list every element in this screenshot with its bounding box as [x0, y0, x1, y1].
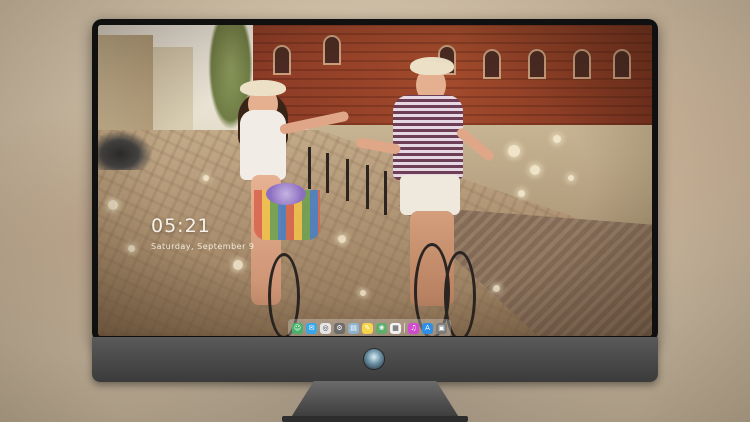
lock-screen-date: Saturday, September 9 — [151, 242, 255, 251]
dock-separator — [404, 323, 405, 333]
dock-calendar-icon[interactable]: ▦ — [390, 322, 401, 334]
wallpaper-vignette — [98, 25, 652, 336]
dock-system-preferences-icon[interactable]: ⚙ — [334, 322, 345, 334]
lock-screen[interactable]: 05:21 Saturday, September 9 ☺ ✉ ◎ ⚙ ▤ ✎ ❀ ▦ ♫ A ▣ — [98, 25, 652, 336]
monitor-bezel: 05:21 Saturday, September 9 ☺ ✉ ◎ ⚙ ▤ ✎ ❀ ▦ ♫ A ▣ — [92, 19, 658, 342]
dock-app-store-icon[interactable]: A — [422, 322, 433, 334]
imac-monitor: 05:21 Saturday, September 9 ☺ ✉ ◎ ⚙ ▤ ✎ ❀ ▦ ♫ A ▣ — [92, 19, 658, 422]
lock-screen-time: 05:21 — [151, 215, 211, 237]
brand-logo-icon — [364, 349, 384, 369]
dock-safari-icon[interactable]: ◎ — [320, 322, 331, 334]
monitor-stand-base — [282, 416, 468, 422]
dock-photos-icon[interactable]: ❀ — [376, 322, 387, 334]
monitor-chin — [92, 337, 658, 382]
dock-messages-icon[interactable]: ✉ — [306, 322, 317, 334]
dock: ☺ ✉ ◎ ⚙ ▤ ✎ ❀ ▦ ♫ A ▣ — [288, 319, 451, 336]
dock-notes-icon[interactable]: ✎ — [362, 322, 373, 334]
dock-itunes-icon[interactable]: ♫ — [408, 322, 419, 334]
dock-trash-icon[interactable]: ▣ — [436, 322, 447, 334]
dock-preview-icon[interactable]: ▤ — [348, 322, 359, 334]
dock-finder-icon[interactable]: ☺ — [292, 322, 303, 334]
monitor-stand — [290, 381, 460, 419]
